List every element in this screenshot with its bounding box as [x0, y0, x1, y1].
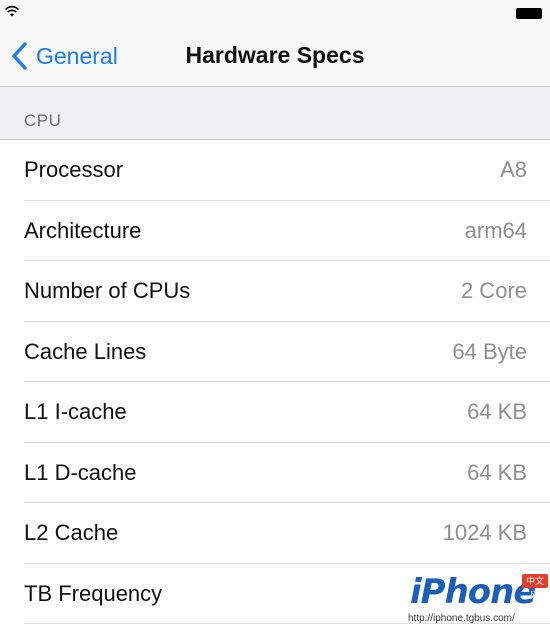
row-label: Processor [24, 157, 124, 182]
wifi-icon [4, 5, 20, 17]
row-label: Architecture [24, 217, 142, 243]
watermark-badge: 中文网 [522, 574, 548, 600]
row-value: 1024 KB [442, 520, 527, 545]
section-header: CPU [0, 87, 550, 140]
row-value: 64 KB [467, 459, 527, 485]
list-item-l1-i-cache: L1 I-cache 64 KB [0, 382, 550, 443]
list-item-processor: Processor A8 [0, 140, 550, 201]
specs-list: Processor A8 Architecture arm64 Number o… [0, 140, 550, 624]
row-label: TB Frequency [24, 580, 163, 606]
row-value: 64 KB [467, 399, 527, 424]
list-item-l2-cache: L2 Cache 1024 KB [0, 503, 550, 564]
row-value: 64 Byte [452, 338, 527, 364]
watermark-logo: iPhone [410, 572, 536, 612]
row-label: Number of CPUs [24, 278, 191, 303]
row-label: L1 I-cache [24, 399, 127, 424]
list-item-architecture: Architecture arm64 [0, 200, 550, 261]
list-item-l1-d-cache: L1 D-cache 64 KB [0, 442, 550, 503]
watermark: iPhone 中文网 http://iphone.tgbus.com/ [404, 572, 550, 630]
watermark-url: http://iphone.tgbus.com/ [408, 613, 515, 624]
navigation-bar: General Hardware Specs [0, 28, 550, 87]
status-bar [0, 0, 550, 28]
battery-icon [516, 8, 542, 19]
row-value: 2 Core [460, 278, 527, 303]
row-label: Cache Lines [24, 338, 147, 364]
row-label: L1 D-cache [24, 459, 137, 485]
section-header-label: CPU [24, 111, 62, 130]
row-label: L2 Cache [24, 520, 119, 545]
list-item-number-of-cpus: Number of CPUs 2 Core [0, 261, 550, 322]
list-item-cache-lines: Cache Lines 64 Byte [0, 321, 550, 382]
row-value: arm64 [464, 217, 527, 243]
page-title: Hardware Specs [185, 42, 365, 68]
row-value: A8 [500, 157, 527, 182]
